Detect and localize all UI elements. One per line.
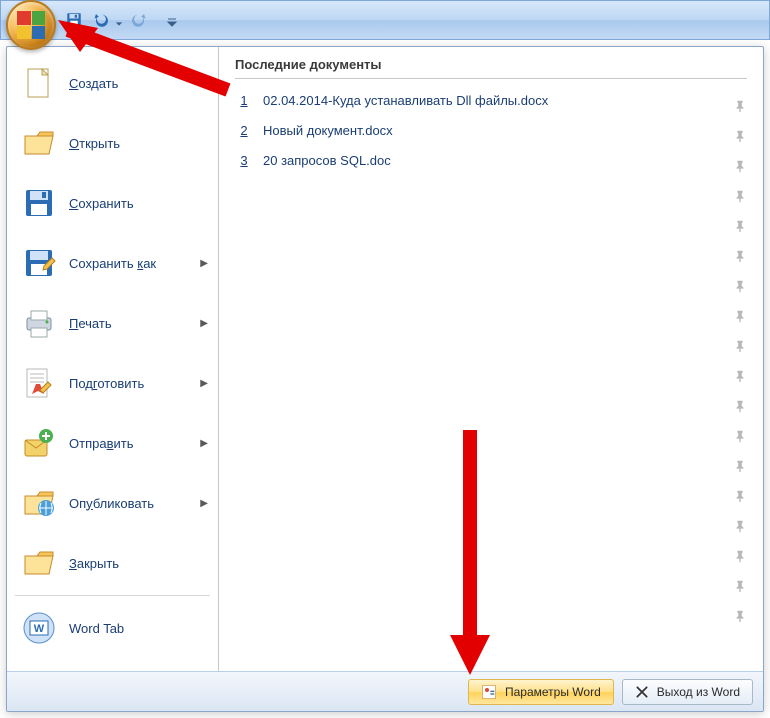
- close-icon: [635, 685, 649, 699]
- menu-item-wordtab[interactable]: W Word Tab: [7, 598, 218, 658]
- recent-documents-list: 102.04.2014-Куда устанавливать Dll файлы…: [235, 85, 747, 175]
- pin-icon: [733, 241, 747, 271]
- recent-doc-number: 2: [235, 123, 253, 138]
- menu-item-send[interactable]: Отправить ▶: [7, 413, 218, 473]
- menu-item-label: Закрыть: [69, 556, 208, 571]
- word-options-button[interactable]: Параметры Word: [468, 679, 614, 705]
- menu-item-label: Сохранить: [69, 196, 208, 211]
- pin-icon: [733, 181, 747, 211]
- pin-icon: [733, 421, 747, 451]
- save-icon: [21, 185, 57, 221]
- menu-item-label: Опубликовать: [69, 496, 188, 511]
- annotation-arrow-bottom: [440, 430, 500, 680]
- recent-document-row[interactable]: 3 20 запросов SQL.doc: [235, 145, 747, 175]
- menu-item-label: Отправить: [69, 436, 188, 451]
- svg-text:W: W: [34, 623, 45, 635]
- pin-icon: [733, 481, 747, 511]
- submenu-arrow-icon: ▶: [200, 258, 208, 269]
- publish-icon: [21, 485, 57, 521]
- pin-icon: [733, 271, 747, 301]
- pin-icon: [733, 541, 747, 571]
- new-icon: [21, 65, 57, 101]
- recent-doc-name: 20 запросов SQL.doc: [263, 153, 391, 168]
- wordtab-icon: W: [21, 610, 57, 646]
- open-icon: [21, 125, 57, 161]
- menu-item-publish[interactable]: Опубликовать ▶: [7, 473, 218, 533]
- pin-icon: [733, 601, 747, 631]
- menu-item-prepare[interactable]: Подготовить ▶: [7, 353, 218, 413]
- submenu-arrow-icon: ▶: [200, 318, 208, 329]
- recent-doc-number: 3: [235, 153, 253, 168]
- pin-icon: [733, 211, 747, 241]
- saveas-icon: [21, 245, 57, 281]
- menu-item-label: Открыть: [69, 136, 208, 151]
- menu-item-print[interactable]: Печать ▶: [7, 293, 218, 353]
- submenu-arrow-icon: ▶: [200, 438, 208, 449]
- send-icon: [21, 425, 57, 461]
- pin-icon: [733, 391, 747, 421]
- options-icon: [481, 684, 497, 700]
- print-icon: [21, 305, 57, 341]
- menu-item-save[interactable]: Сохранить: [7, 173, 218, 233]
- pin-icon: [733, 331, 747, 361]
- pin-icon[interactable]: [733, 151, 747, 181]
- pin-icon: [733, 451, 747, 481]
- office-menu-footer: Параметры Word Выход из Word: [7, 671, 763, 711]
- exit-word-button[interactable]: Выход из Word: [622, 679, 753, 705]
- menu-item-label: Word Tab: [69, 621, 208, 636]
- menu-item-label: Сохранить как: [69, 256, 188, 271]
- word-options-label: Параметры Word: [505, 685, 601, 699]
- pin-icon[interactable]: [733, 91, 747, 121]
- recent-documents-header: Последние документы: [235, 57, 747, 79]
- pin-icon: [733, 301, 747, 331]
- pin-column: [733, 91, 747, 631]
- pin-icon: [733, 571, 747, 601]
- annotation-arrow-top: [58, 20, 238, 100]
- office-logo-icon: [17, 11, 45, 39]
- office-menu-body: СоздатьОткрытьСохранитьСохранить как▶Печ…: [7, 47, 763, 671]
- close-icon: [21, 545, 57, 581]
- recent-document-row[interactable]: 102.04.2014-Куда устанавливать Dll файлы…: [235, 85, 747, 115]
- menu-item-label: Подготовить: [69, 376, 188, 391]
- pin-icon: [733, 361, 747, 391]
- office-menu-left-column: СоздатьОткрытьСохранитьСохранить как▶Печ…: [7, 47, 219, 671]
- prepare-icon: [21, 365, 57, 401]
- menu-item-label: Печать: [69, 316, 188, 331]
- menu-separator: [15, 595, 210, 596]
- submenu-arrow-icon: ▶: [200, 378, 208, 389]
- recent-doc-name: 02.04.2014-Куда устанавливать Dll файлы.…: [263, 93, 548, 108]
- menu-item-saveas[interactable]: Сохранить как ▶: [7, 233, 218, 293]
- recent-doc-name: Новый документ.docx: [263, 123, 393, 138]
- office-button[interactable]: [6, 0, 56, 50]
- recent-document-row[interactable]: 2 Новый документ.docx: [235, 115, 747, 145]
- pin-icon: [733, 511, 747, 541]
- exit-word-label: Выход из Word: [657, 685, 740, 699]
- submenu-arrow-icon: ▶: [200, 498, 208, 509]
- menu-item-close[interactable]: Закрыть: [7, 533, 218, 593]
- pin-icon[interactable]: [733, 121, 747, 151]
- office-menu: СоздатьОткрытьСохранитьСохранить как▶Печ…: [6, 46, 764, 712]
- menu-item-open[interactable]: Открыть: [7, 113, 218, 173]
